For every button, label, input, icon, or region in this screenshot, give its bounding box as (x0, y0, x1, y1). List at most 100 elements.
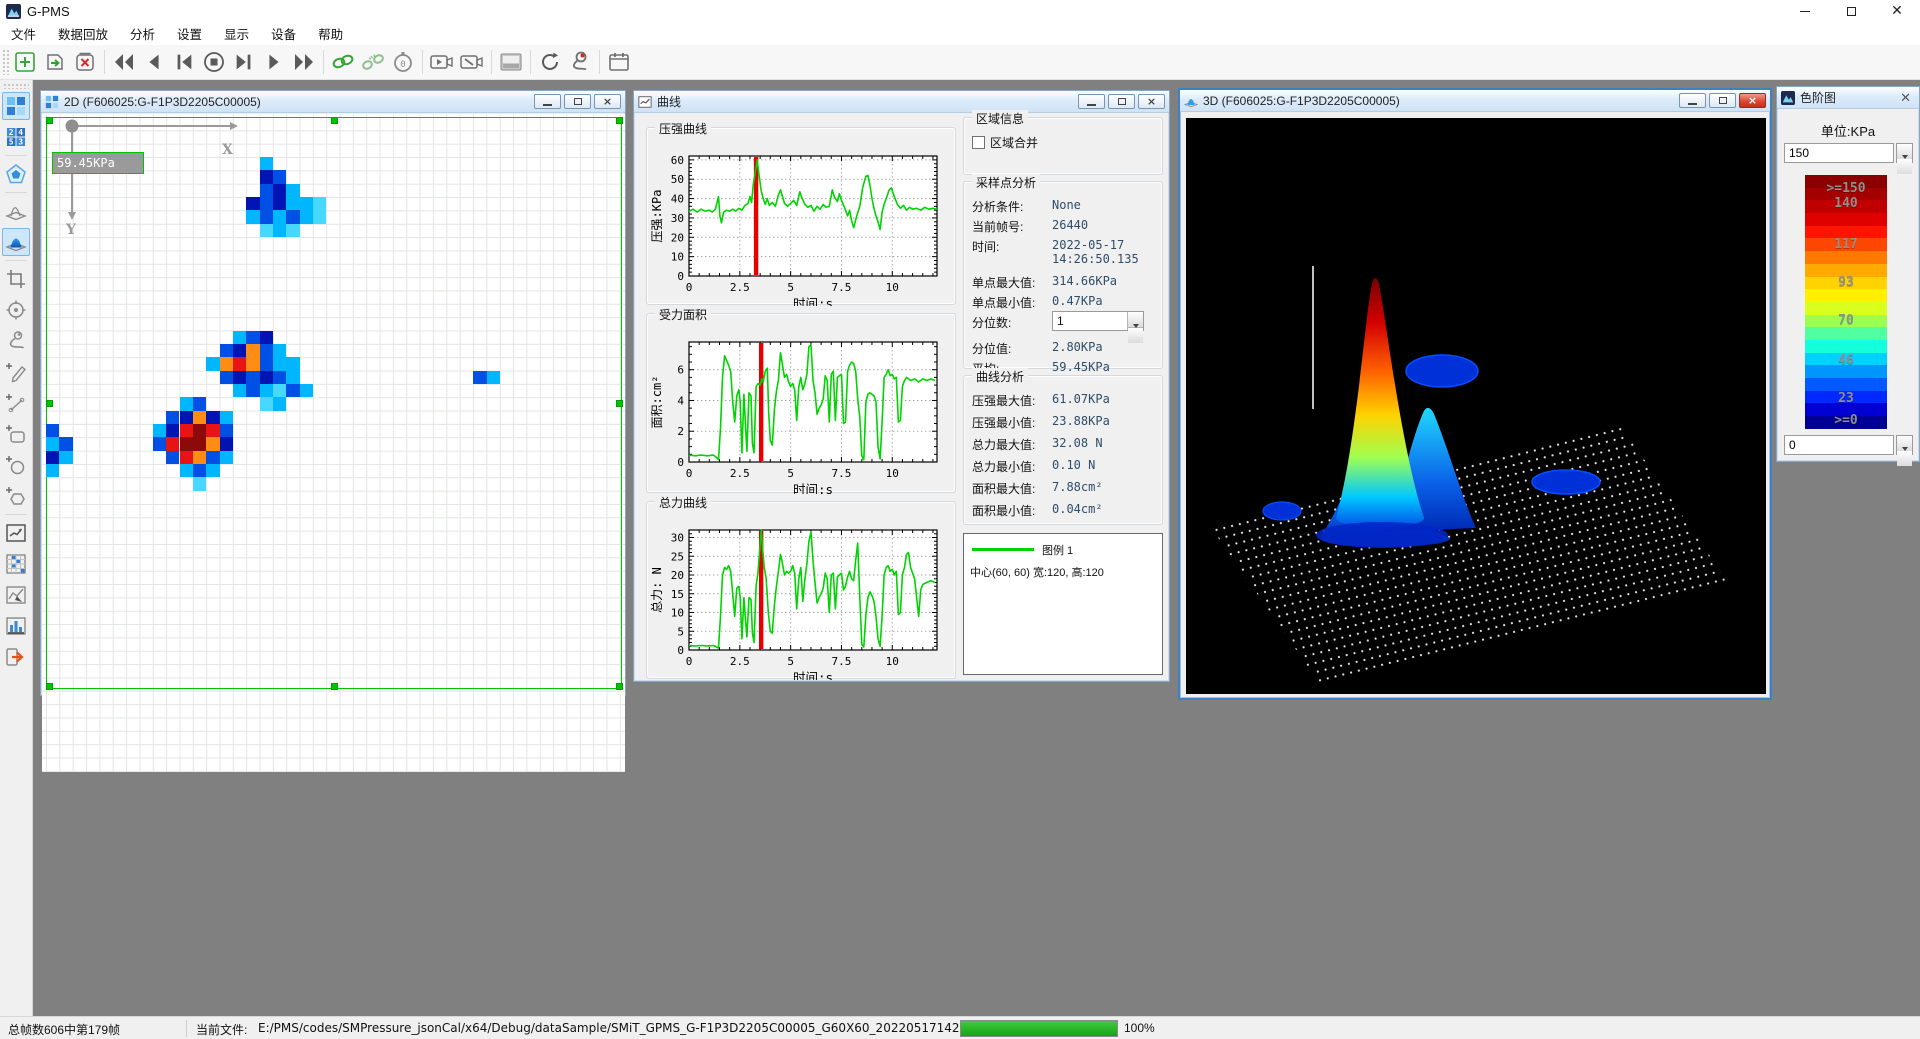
colormap-scale-label: 70 (1805, 313, 1887, 328)
skip-start-button[interactable] (169, 47, 199, 77)
pressure-map-canvas[interactable]: X Y 59.45KPa (42, 114, 625, 772)
histogram-icon (5, 615, 27, 637)
sidebar-item-draw-polygon[interactable] (2, 482, 30, 510)
hexagon-add-icon (5, 485, 27, 507)
selection-handle[interactable] (46, 683, 53, 690)
colormap-min-spinner[interactable] (1896, 435, 1913, 455)
window-2d-minimize-button[interactable] (534, 94, 561, 109)
toolbar-grip[interactable] (2, 49, 10, 75)
sidebar-item-exit[interactable] (2, 643, 30, 671)
pressure-cell (153, 437, 166, 450)
stop-button[interactable] (199, 47, 229, 77)
sidebar-item-3d-mesh-view[interactable] (2, 197, 30, 225)
menu-item-2[interactable]: 分析 (119, 21, 166, 46)
sample-analysis-title: 采样点分析 (972, 174, 1040, 191)
record-route-button[interactable] (565, 47, 595, 77)
sidebar-item-draw-line[interactable] (2, 389, 30, 417)
window-curves-minimize-button[interactable] (1078, 94, 1105, 109)
window-curves-close-button[interactable]: × (1138, 94, 1165, 109)
sidebar-item-track[interactable] (2, 327, 30, 355)
spin-down-button[interactable] (1128, 327, 1143, 343)
window-colormap-close-button[interactable]: ✕ (1896, 90, 1915, 106)
export-button[interactable] (40, 47, 70, 77)
sidebar-grip[interactable] (3, 83, 29, 89)
menu-item-3[interactable]: 设置 (166, 21, 213, 46)
step-back-button[interactable] (139, 47, 169, 77)
delete-button[interactable] (70, 47, 100, 77)
region-merge-checkbox-row[interactable]: 区域合并 (972, 134, 1038, 151)
window-colormap-titlebar[interactable]: 色阶图 ✕ (1777, 87, 1919, 109)
colormap-max-input[interactable]: 150 (1784, 143, 1894, 163)
field-label: 总力最小值: (972, 458, 1035, 475)
menu-item-4[interactable]: 显示 (213, 21, 260, 46)
video-play-button[interactable] (427, 47, 457, 77)
fast-forward-button[interactable] (289, 47, 319, 77)
force-area-chart[interactable]: 02.557.5100246时间:s面积:cm² (647, 314, 955, 492)
surface-3d-canvas[interactable] (1186, 118, 1766, 694)
unlink-button[interactable] (358, 47, 388, 77)
refresh-button[interactable] (535, 47, 565, 77)
sidebar-item-report[interactable] (2, 581, 30, 609)
window-3d-titlebar[interactable]: 3D (F606025:G-F1P3D2205C00005) × (1180, 90, 1770, 112)
monitor-button[interactable] (496, 47, 526, 77)
total-force-chart[interactable]: 02.557.510051015202530时间:s总力: N (647, 502, 955, 678)
window-2d-titlebar[interactable]: 2D (F606025:G-F1P3D2205C00005) × (41, 91, 625, 113)
sidebar-item-crop[interactable] (2, 265, 30, 293)
pressure-curve-chart[interactable]: 02.557.5100102030405060时间:s压强:KPa (647, 128, 955, 304)
colormap-max-spinner[interactable] (1896, 143, 1913, 163)
selection-handle[interactable] (616, 117, 623, 124)
svg-text:5: 5 (9, 138, 14, 147)
menu-item-1[interactable]: 数据回放 (47, 21, 119, 46)
window-3d-minimize-button[interactable] (1679, 93, 1706, 108)
sidebar-item-draw-rect[interactable] (2, 420, 30, 448)
sidebar-item-number-view[interactable]: 2453 (2, 123, 30, 151)
sidebar-item-target[interactable] (2, 296, 30, 324)
window-curves: 曲线 × 压强曲线 02.557.5100102030405060时间:s压强:… (633, 90, 1170, 682)
play-button[interactable] (259, 47, 289, 77)
selection-handle[interactable] (616, 683, 623, 690)
sidebar-item-draw-circle[interactable] (2, 451, 30, 479)
skip-end-button[interactable] (229, 47, 259, 77)
window-2d-maximize-button[interactable] (564, 94, 591, 109)
app-close-button[interactable]: ✕ (1874, 0, 1920, 22)
window-2d-close-button[interactable]: × (594, 94, 621, 109)
add-button[interactable] (10, 47, 40, 77)
menu-item-6[interactable]: 帮助 (307, 21, 354, 46)
pressure-cell (206, 437, 219, 450)
sidebar-item-histogram[interactable] (2, 612, 30, 640)
average-pressure-tooltip: 59.45KPa (52, 152, 144, 174)
selection-handle[interactable] (616, 400, 623, 407)
sidebar-item-draw-freehand[interactable] (2, 358, 30, 386)
video-off-button[interactable] (457, 47, 487, 77)
selection-handle[interactable] (331, 683, 338, 690)
field-value: 0.04cm² (1052, 502, 1103, 516)
app-restore-button[interactable] (1828, 0, 1874, 22)
field-value: 32.08 N (1052, 436, 1103, 450)
sidebar-item-grid-data[interactable] (2, 550, 30, 578)
colormap-min-input[interactable]: 0 (1784, 435, 1894, 455)
menu-item-0[interactable]: 文件 (0, 21, 47, 46)
window-3d-title: 3D (F606025:G-F1P3D2205C00005) (1203, 94, 1676, 108)
menu-item-5[interactable]: 设备 (260, 21, 307, 46)
app-minimize-button[interactable] (1782, 0, 1828, 22)
sidebar-item-2d-view[interactable] (2, 92, 30, 120)
region-merge-checkbox[interactable] (972, 136, 985, 149)
pressure-cell (273, 197, 286, 210)
sidebar-item-region-view[interactable] (2, 160, 30, 188)
sidebar-item-curve-window[interactable] (2, 519, 30, 547)
grid-2d-icon (5, 95, 27, 117)
link-button[interactable] (328, 47, 358, 77)
selection-handle[interactable] (46, 400, 53, 407)
spin-down-button[interactable] (1897, 159, 1912, 174)
spin-down-button[interactable] (1897, 451, 1912, 466)
window-curves-maximize-button[interactable] (1108, 94, 1135, 109)
sidebar-item-3d-surface-view[interactable] (2, 228, 30, 256)
selection-handle[interactable] (46, 117, 53, 124)
rewind-button[interactable] (109, 47, 139, 77)
quantile-spinbox[interactable]: 1 (1052, 311, 1144, 331)
window-3d-maximize-button[interactable] (1709, 93, 1736, 108)
window-3d-close-button[interactable]: × (1739, 93, 1766, 108)
selection-handle[interactable] (331, 117, 338, 124)
calendar-button[interactable] (604, 47, 634, 77)
timer-button[interactable]: 0 (388, 47, 418, 77)
